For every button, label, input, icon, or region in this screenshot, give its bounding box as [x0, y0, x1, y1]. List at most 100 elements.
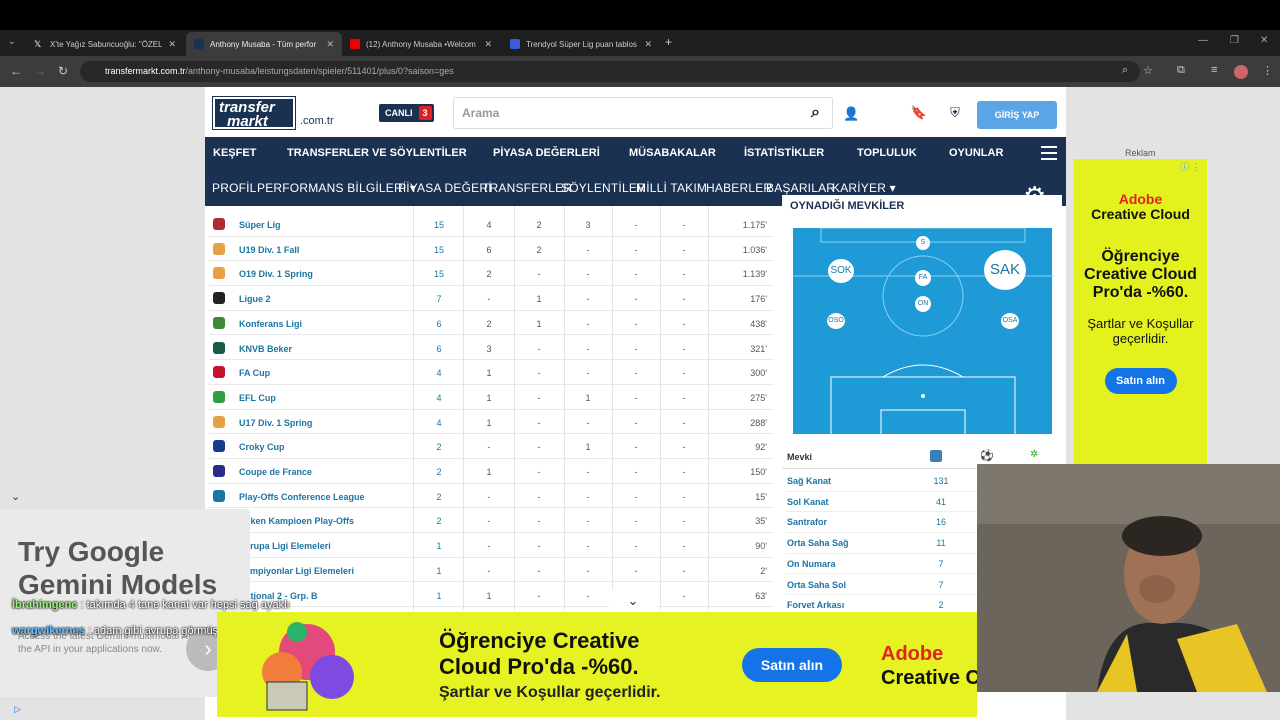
stat-cell[interactable]: 2	[414, 492, 464, 502]
bottom-ad-buy-button[interactable]: Satın alın	[742, 648, 842, 682]
adobe-side-ad[interactable]: Adobe Creative Cloud Öğrenciye Creative …	[1074, 159, 1207, 464]
transfermarkt-logo[interactable]: transfer markt	[212, 96, 296, 130]
back-icon[interactable]: ←	[10, 64, 22, 78]
stat-cell[interactable]: 15	[414, 245, 464, 255]
competition-logo-icon	[213, 440, 225, 453]
stat-cell[interactable]: 15	[414, 220, 464, 230]
stat-cell[interactable]: 4	[414, 393, 464, 403]
competition-name-link[interactable]: Şampiyonlar Ligi Elemeleri	[239, 566, 354, 576]
competition-name-link[interactable]: Ligue 2	[239, 294, 271, 304]
stat-cell[interactable]: 6	[414, 344, 464, 354]
competition-name-link[interactable]: Süper Lig	[239, 220, 281, 230]
stat-cell[interactable]: 2	[414, 467, 464, 477]
competition-name-link[interactable]: EFL Cup	[239, 393, 276, 403]
subnav-career[interactable]: KARİYER ▾	[832, 181, 896, 195]
adchoices-icon[interactable]: ▷	[14, 704, 21, 715]
tab-transfermarkt[interactable]: Anthony Musaba - Tüm perfor ✕	[186, 32, 342, 56]
competition-name-link[interactable]: Croky Cup	[239, 442, 285, 452]
stat-cell[interactable]: 2	[414, 442, 464, 452]
reading-list-icon[interactable]: ≡	[1211, 64, 1217, 76]
stat-cell[interactable]: 7	[414, 294, 464, 304]
ad-buy-button[interactable]: Satın alın	[1104, 368, 1177, 394]
chevron-down-icon[interactable]: ⌄	[11, 490, 20, 503]
stat-cell[interactable]: 1	[414, 591, 464, 601]
position-appearances[interactable]: 2	[926, 600, 956, 610]
tab-youtube[interactable]: (12) Anthony Musaba •Welcom ✕	[342, 32, 500, 56]
tab-trendyol[interactable]: Trendyol Süper Lig puan tablos ✕	[502, 32, 660, 56]
position-appearances[interactable]: 11	[926, 538, 956, 548]
stat-cell[interactable]: 2	[414, 516, 464, 526]
adobe-bottom-ad[interactable]: Öğrenciye Creative Cloud Pro'da -%60. Şar…	[217, 612, 977, 717]
login-button[interactable]: GİRİŞ YAP	[977, 101, 1057, 129]
extensions-icon[interactable]: ⧉	[1177, 64, 1185, 77]
nav-market-values[interactable]: PİYASA DEĞERLERİ	[493, 147, 600, 159]
tab-x[interactable]: 𝕏 X'te Yağız Sabuncuoğlu: "ÖZEL ✕	[26, 32, 184, 56]
competition-name-link[interactable]: U19 Div. 1 Fall	[239, 245, 299, 255]
table-row: FA Cup 4 1 - - - - 300'	[209, 360, 774, 385]
domain-suffix[interactable]: .com.tr	[300, 115, 334, 127]
hamburger-menu-icon[interactable]	[1041, 146, 1057, 160]
competition-name-link[interactable]: Play-Offs Conference League	[239, 492, 365, 502]
shield-icon[interactable]: ⛨	[945, 105, 965, 125]
url-field[interactable]: transfermarkt.com.tr/anthony-musaba/leis…	[80, 61, 1140, 82]
new-tab-button[interactable]: +	[665, 35, 672, 49]
nav-competitions[interactable]: MÜSABAKALAR	[629, 147, 716, 159]
subnav-national-team[interactable]: MİLLİ TAKIM	[636, 181, 707, 195]
stat-cell[interactable]: 1	[414, 566, 464, 576]
subnav-achievements[interactable]: BAŞARILAR	[766, 181, 835, 195]
position-appearances[interactable]: 7	[926, 580, 956, 590]
subnav-profile[interactable]: PROFİL	[212, 181, 257, 195]
position-appearances[interactable]: 41	[926, 497, 956, 507]
position-appearances[interactable]: 131	[926, 476, 956, 486]
minimize-button[interactable]: —	[1198, 35, 1208, 46]
nav-community[interactable]: TOPLULUK	[857, 147, 917, 159]
live-button[interactable]: CANLI 3	[379, 104, 434, 122]
stat-cell[interactable]: 4	[414, 368, 464, 378]
close-icon[interactable]: ✕	[326, 39, 334, 50]
maximize-button[interactable]: ❐	[1230, 35, 1239, 46]
search-icon[interactable]: ⌕	[811, 98, 820, 128]
stat-cell[interactable]: 15	[414, 269, 464, 279]
close-icon[interactable]: ✕	[484, 39, 492, 50]
position-appearances[interactable]: 7	[926, 559, 956, 569]
nav-games[interactable]: OYUNLAR	[949, 147, 1003, 159]
close-icon[interactable]: ✕	[644, 39, 652, 50]
stat-cell[interactable]: 1	[414, 541, 464, 551]
menu-icon[interactable]: ⋮	[1262, 64, 1273, 77]
stat-cell[interactable]: 4	[414, 418, 464, 428]
close-icon[interactable]: ✕	[168, 39, 176, 50]
subnav-market-value[interactable]: PİYASA DEĞERİ	[398, 181, 492, 195]
nav-kesfet[interactable]: KEŞFET	[213, 147, 256, 159]
stat-cell: -	[537, 491, 541, 502]
subnav-transfers[interactable]: TRANSFERLER	[482, 181, 572, 195]
competition-name-link[interactable]: Avrupa Ligi Elemeleri	[239, 541, 331, 551]
subnav-performance[interactable]: PERFORMANS BİLGİLERİ ▾	[257, 181, 416, 195]
window-close-button[interactable]: ✕	[1260, 35, 1268, 46]
subnav-rumours[interactable]: SÖYLENTİLER	[561, 181, 646, 195]
bookmark-icon[interactable]: 🔖	[909, 105, 929, 125]
nav-statistics[interactable]: İSTATİSTİKLER	[744, 147, 824, 159]
search-input[interactable]: Arama ⌕	[453, 97, 833, 129]
user-search-icon[interactable]: 👤	[843, 106, 859, 122]
competition-name-link[interactable]: U17 Div. 1 Spring	[239, 418, 312, 428]
competition-name-link[interactable]: Coupe de France	[239, 467, 312, 477]
profile-avatar[interactable]	[1234, 65, 1248, 79]
reload-icon[interactable]: ↻	[58, 64, 68, 78]
stat-cell[interactable]: 6	[414, 319, 464, 329]
collapse-ad-button[interactable]: ⌄	[609, 590, 657, 612]
nav-transfers[interactable]: TRANSFERLER VE SÖYLENTİLER	[287, 147, 467, 159]
competition-name-link[interactable]: Euken Kampioen Play-Offs	[239, 516, 354, 526]
ad-info-icon[interactable]: ⓘ ⋮	[1180, 160, 1201, 173]
tab-search-icon[interactable]: ⌄	[8, 36, 16, 47]
position-name: Sağ Kanat	[787, 476, 832, 486]
competition-name-link[interactable]: FA Cup	[239, 368, 270, 378]
stat-cell: -	[537, 269, 541, 280]
competition-name-link[interactable]: O19 Div. 1 Spring	[239, 269, 313, 279]
competition-name-link[interactable]: Konferans Ligi	[239, 319, 302, 329]
zoom-icon[interactable]: ⌕	[1122, 64, 1128, 77]
subnav-news[interactable]: HABERLER	[706, 181, 772, 195]
competition-name-link[interactable]: KNVB Beker	[239, 344, 292, 354]
bookmark-star-icon[interactable]: ☆	[1143, 64, 1153, 77]
position-appearances[interactable]: 16	[926, 517, 956, 527]
forward-icon[interactable]: →	[34, 64, 46, 78]
